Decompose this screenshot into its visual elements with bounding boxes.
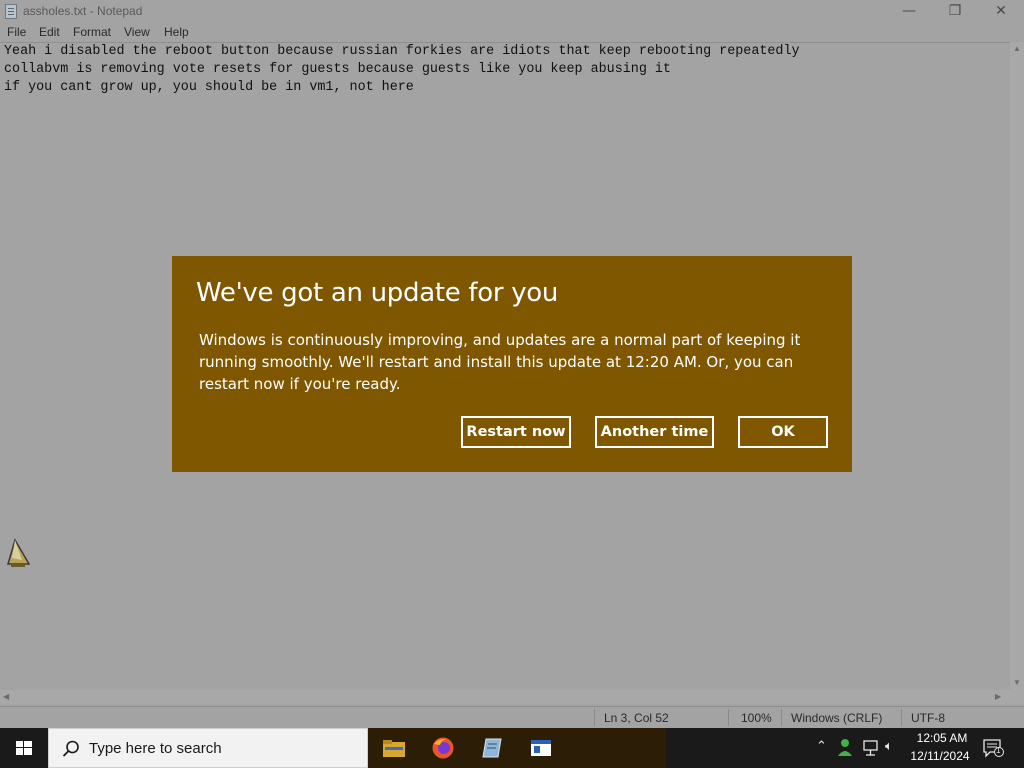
text-line-2: collabvm is removing vote resets for gue… bbox=[4, 62, 671, 77]
text-line-1: Yeah i disabled the reboot button becaus… bbox=[4, 44, 800, 59]
user-icon[interactable] bbox=[836, 728, 856, 768]
start-button[interactable] bbox=[0, 728, 48, 768]
update-dialog: We've got an update for you Windows is c… bbox=[172, 256, 852, 472]
restart-now-button[interactable]: Restart now bbox=[461, 416, 571, 448]
taskbar-apps bbox=[368, 728, 666, 768]
scroll-down-icon[interactable]: ▼ bbox=[1013, 678, 1021, 687]
ok-button[interactable]: OK bbox=[738, 416, 828, 448]
dialog-message: Windows is continuously improving, and u… bbox=[199, 331, 801, 393]
window-title: assholes.txt - Notepad bbox=[23, 4, 143, 18]
network-icon[interactable] bbox=[861, 728, 881, 768]
status-separator bbox=[781, 709, 782, 726]
status-position: Ln 3, Col 52 bbox=[604, 711, 669, 725]
vertical-scrollbar[interactable]: ▲ ▼ bbox=[1010, 42, 1024, 690]
notification-center-icon[interactable]: 1 bbox=[982, 738, 1004, 758]
chevron-up-icon[interactable]: ⌃ bbox=[816, 739, 827, 754]
scroll-right-icon[interactable]: ▶ bbox=[995, 692, 1001, 701]
firefox-icon[interactable] bbox=[431, 736, 455, 760]
search-icon bbox=[62, 740, 79, 757]
notepad-app-icon bbox=[5, 4, 17, 19]
status-bar: Ln 3, Col 52 100% Windows (CRLF) UTF-8 bbox=[0, 706, 1024, 728]
search-box[interactable]: Type here to search bbox=[48, 728, 368, 768]
menu-format[interactable]: Format bbox=[73, 25, 111, 39]
clock-time[interactable]: 12:05 AM bbox=[912, 731, 972, 745]
menu-file[interactable]: File bbox=[7, 25, 26, 39]
text-line-3: if you cant grow up, you should be in vm… bbox=[4, 80, 414, 95]
horizontal-scrollbar[interactable]: ◀ ▶ bbox=[0, 690, 1010, 704]
scroll-left-icon[interactable]: ◀ bbox=[3, 692, 9, 701]
menu-view[interactable]: View bbox=[124, 25, 150, 39]
file-explorer-icon[interactable] bbox=[382, 736, 406, 760]
clock-date[interactable]: 12/11/2024 bbox=[908, 749, 972, 763]
window-app-icon[interactable] bbox=[529, 736, 553, 760]
windows-logo-icon bbox=[16, 741, 32, 755]
scroll-up-icon[interactable]: ▲ bbox=[1013, 44, 1021, 53]
status-encoding: UTF-8 bbox=[911, 711, 945, 725]
search-placeholder: Type here to search bbox=[89, 740, 222, 757]
taskbar: Type here to search ⌃ 🔈︎ 12:05 AM 12/11/… bbox=[0, 728, 1024, 768]
maximize-button[interactable]: ❐ bbox=[932, 0, 978, 24]
close-button[interactable]: ✕ bbox=[978, 0, 1024, 24]
another-time-button[interactable]: Another time bbox=[595, 416, 714, 448]
notepad-icon[interactable] bbox=[480, 736, 504, 760]
notification-count: 1 bbox=[996, 746, 1001, 755]
minimize-button[interactable]: — bbox=[886, 0, 932, 24]
menu-help[interactable]: Help bbox=[164, 25, 189, 39]
scrollbar-corner bbox=[1010, 690, 1024, 704]
title-bar[interactable]: assholes.txt - Notepad — ❐ ✕ bbox=[0, 0, 1024, 24]
menu-edit[interactable]: Edit bbox=[39, 25, 60, 39]
status-separator bbox=[901, 709, 902, 726]
status-separator bbox=[594, 709, 595, 726]
status-line-ending: Windows (CRLF) bbox=[791, 711, 883, 725]
menu-bar: File Edit Format View Help bbox=[0, 24, 1024, 42]
status-zoom: 100% bbox=[741, 711, 772, 725]
status-separator bbox=[728, 709, 729, 726]
dialog-title: We've got an update for you bbox=[196, 278, 559, 308]
volume-icon[interactable]: 🔈︎ bbox=[885, 739, 893, 754]
desktop-shortcut-icon[interactable] bbox=[6, 538, 32, 570]
